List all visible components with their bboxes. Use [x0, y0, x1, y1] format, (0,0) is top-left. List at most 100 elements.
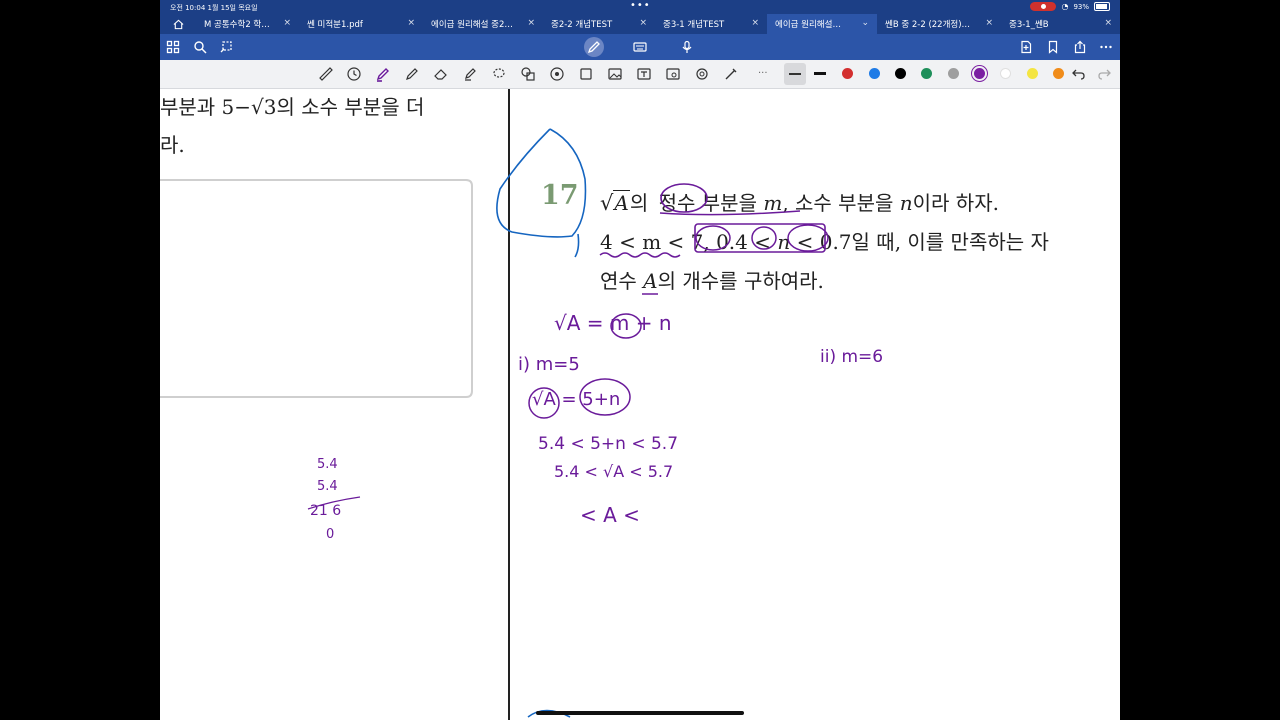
redo-button[interactable]: [1096, 66, 1112, 82]
status-bar: 오전 10:04 1월 15일 목요일 ••• ◔ 93%: [160, 0, 1120, 14]
color-yellow[interactable]: [1027, 68, 1038, 79]
eraser-tool-button[interactable]: [433, 66, 449, 82]
hw-ineq3: < A <: [580, 503, 640, 527]
clock-icon: [347, 67, 361, 81]
add-page-button[interactable]: [1017, 38, 1035, 56]
home-icon: [173, 19, 183, 29]
element-tool-button[interactable]: [549, 66, 565, 82]
tab-3[interactable]: 에이급 원리해설 중2… ×: [423, 14, 543, 34]
color-orange[interactable]: [1053, 68, 1064, 79]
wifi-icon: ◔: [1061, 2, 1069, 11]
close-icon[interactable]: ×: [283, 18, 291, 28]
color-blue[interactable]: [869, 68, 880, 79]
pencil-tool-button[interactable]: [404, 66, 420, 82]
hw-eq2: √A = 5+n: [532, 389, 621, 410]
image-tool-button[interactable]: [607, 66, 623, 82]
close-icon[interactable]: ×: [407, 18, 415, 28]
hw-ineq2: 5.4 < √A < 5.7: [554, 462, 674, 481]
more-button[interactable]: [1097, 38, 1115, 56]
color-red[interactable]: [842, 68, 853, 79]
record-icon: [1039, 3, 1047, 10]
close-icon[interactable]: ×: [985, 18, 993, 28]
text-tool-button[interactable]: [636, 66, 652, 82]
home-button[interactable]: [160, 14, 196, 34]
hw-calc3: 21 6: [310, 503, 342, 519]
lasso-icon: [493, 68, 505, 78]
color-gray[interactable]: [948, 68, 959, 79]
hw-case2: ii) m=6: [820, 347, 884, 367]
chevron-down-icon[interactable]: ⌄: [861, 18, 869, 28]
sticky-note-button[interactable]: [578, 66, 594, 82]
text-icon: [637, 68, 651, 80]
microphone-icon: [682, 40, 692, 53]
lasso-tool-button[interactable]: [491, 66, 507, 82]
tab-1[interactable]: M 공통수학2 학… ×: [196, 14, 299, 34]
tab-2[interactable]: 쎈 미적분1.pdf ×: [299, 14, 423, 34]
bookmark-button[interactable]: [1044, 38, 1062, 56]
ipad-screen: 오전 10:04 1월 15일 목요일 ••• ◔ 93% M 공통수학2 학……: [160, 0, 1120, 720]
tab-7[interactable]: 쎈B 중 2-2 (22개정)… ×: [877, 14, 1001, 34]
hw-calc2: 5.4: [317, 479, 338, 494]
battery-icon: [1094, 2, 1110, 11]
share-button[interactable]: [1071, 38, 1089, 56]
hw-ineq1: 5.4 < 5+n < 5.7: [538, 434, 679, 454]
tab-8[interactable]: 중3-1_쎈B ×: [1001, 14, 1120, 34]
ruler-icon: [319, 67, 333, 81]
lasso-share-button[interactable]: [218, 38, 236, 56]
multitask-dots[interactable]: •••: [630, 0, 651, 11]
sticker-icon: [550, 67, 564, 81]
thumbnails-button[interactable]: [164, 38, 182, 56]
scan-tool-button[interactable]: [665, 66, 681, 82]
document-canvas[interactable]: 부분과 5−√3의 소수 부분을 더 라. 17 √A의 정수 부분을 m, 소…: [160, 89, 1120, 720]
undo-icon: [1072, 69, 1085, 80]
shapes-icon: [521, 67, 535, 81]
color-black[interactable]: [895, 68, 906, 79]
close-icon[interactable]: ×: [527, 18, 535, 28]
note-icon: [580, 68, 592, 80]
battery-percent: 93%: [1073, 2, 1089, 11]
close-icon[interactable]: ×: [1104, 18, 1112, 28]
ink-annotations: [307, 128, 829, 718]
eraser-icon: [434, 69, 447, 80]
pencil-icon: [406, 68, 418, 80]
microphone-button[interactable]: [678, 38, 696, 56]
recording-indicator[interactable]: [1030, 2, 1057, 11]
more-tools-icon[interactable]: ···: [758, 68, 774, 84]
tab-6-active[interactable]: 에이급 원리해설… ⌄: [767, 14, 877, 34]
color-green[interactable]: [921, 68, 932, 79]
pencil-icon: [587, 41, 600, 54]
undo-button[interactable]: [1071, 66, 1087, 82]
color-white[interactable]: [1000, 68, 1011, 79]
search-icon: [194, 41, 207, 54]
search-button[interactable]: [191, 38, 209, 56]
medium-line-icon[interactable]: [814, 72, 826, 75]
tab-5[interactable]: 중3-1 개념TEST ×: [655, 14, 767, 34]
close-icon[interactable]: ×: [751, 18, 759, 28]
home-indicator[interactable]: [536, 711, 744, 715]
bookmark-icon: [1048, 40, 1058, 54]
shapes-tool-button[interactable]: [520, 66, 536, 82]
thin-line-icon: [789, 73, 801, 75]
highlighter-tool-button[interactable]: [462, 66, 478, 82]
ruler-button[interactable]: [318, 66, 334, 82]
hw-calc4: 0: [326, 527, 335, 542]
image-icon: [608, 68, 622, 80]
tab-4[interactable]: 중2-2 개념TEST ×: [543, 14, 655, 34]
redo-icon: [1098, 69, 1111, 80]
color-purple-selected[interactable]: [974, 68, 985, 79]
scan-icon: [666, 68, 680, 80]
pen-mode-button[interactable]: [584, 37, 604, 57]
laser-pointer-button[interactable]: [723, 66, 739, 82]
pen-icon: [376, 68, 389, 82]
grid-icon: [166, 40, 180, 54]
laser-icon: [725, 68, 737, 80]
close-icon[interactable]: ×: [639, 18, 647, 28]
app-toolbar: [160, 34, 1120, 60]
add-page-icon: [1021, 40, 1032, 54]
lasso-icon: [220, 41, 232, 53]
pen-tool-button[interactable]: [375, 66, 391, 82]
zoom-tool-button[interactable]: [694, 66, 710, 82]
history-button[interactable]: [346, 66, 362, 82]
keyboard-button[interactable]: [631, 38, 649, 56]
share-icon: [1074, 40, 1086, 54]
